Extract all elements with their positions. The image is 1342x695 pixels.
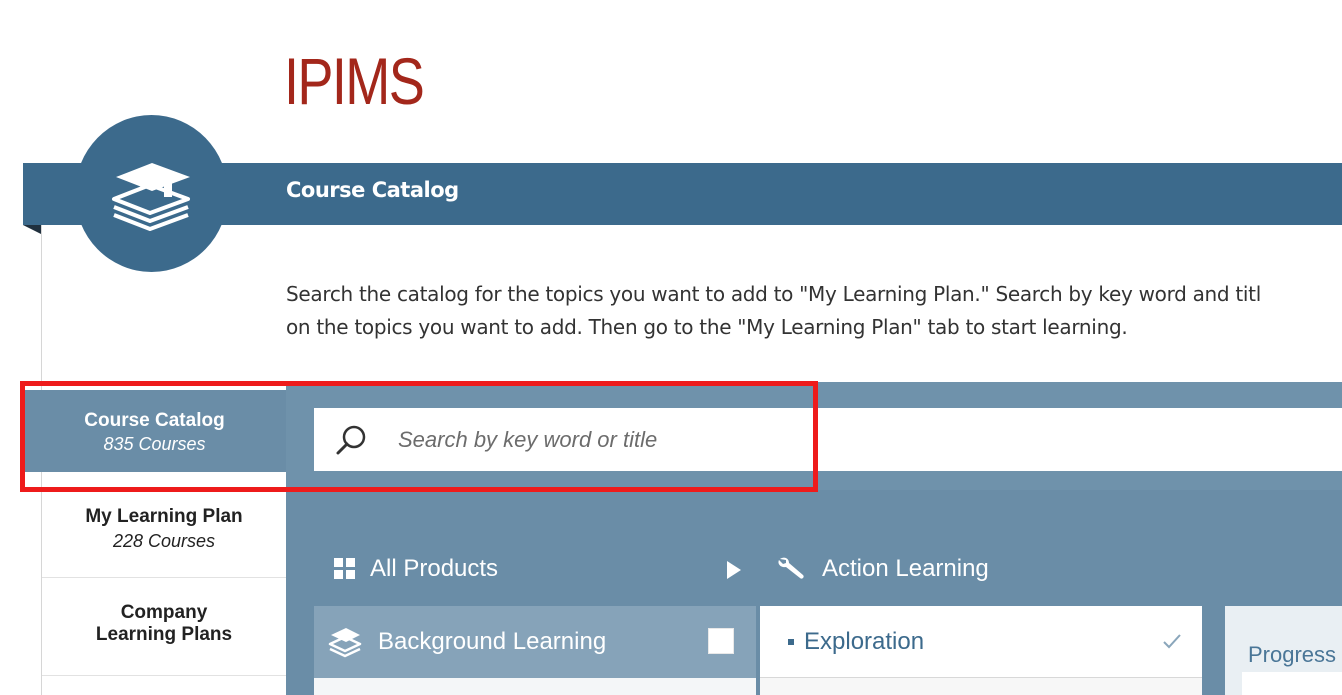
- search-bar[interactable]: [314, 408, 1342, 471]
- grid-icon: [334, 558, 355, 579]
- search-icon[interactable]: [334, 422, 370, 458]
- topics-column: Exploration: [760, 606, 1202, 695]
- wrench-icon: [778, 557, 804, 579]
- tab-label: Course Catalog: [84, 410, 225, 431]
- product-item-next: [314, 678, 756, 695]
- products-column: Background Learning: [314, 606, 756, 695]
- tab-count: 835 Courses: [103, 434, 206, 454]
- tab-label: My Learning Plan: [85, 506, 243, 527]
- tab-count: 228 Courses: [112, 531, 216, 551]
- intro-line-1: Search the catalog for the topics you wa…: [286, 282, 1261, 306]
- side-tabs: Course Catalog 835 Courses My Learning P…: [23, 382, 286, 695]
- tab-course-catalog[interactable]: Course Catalog 835 Courses: [23, 390, 286, 472]
- intro-text: Search the catalog for the topics you wa…: [286, 278, 1342, 344]
- tab-label-line-2: Learning Plans: [95, 624, 233, 645]
- progress-content: [1242, 672, 1342, 695]
- tab-my-learning-plan[interactable]: My Learning Plan 228 Courses: [42, 480, 286, 578]
- ipims-logo: IPIMS: [284, 44, 425, 118]
- action-learning-filter[interactable]: Action Learning: [776, 555, 989, 583]
- topic-item-exploration[interactable]: Exploration: [760, 606, 1202, 678]
- product-item-label: Background Learning: [378, 628, 607, 655]
- progress-column: Progress R: [1225, 606, 1342, 695]
- catalog-badge: [75, 115, 228, 272]
- play-arrow-icon[interactable]: [726, 560, 742, 580]
- topic-item-next: [760, 678, 1202, 695]
- select-checkbox[interactable]: [708, 628, 734, 654]
- progress-label: Progress R: [1248, 642, 1342, 667]
- stacked-books-icon: [112, 163, 190, 231]
- topic-item-label: Exploration: [804, 627, 925, 655]
- layers-icon: [328, 628, 362, 658]
- action-learning-label: Action Learning: [822, 555, 989, 582]
- search-input[interactable]: [398, 426, 1098, 453]
- all-products-filter[interactable]: All Products: [334, 555, 498, 583]
- page-title: Course Catalog: [286, 178, 459, 202]
- header-corner-fold: [23, 225, 41, 234]
- product-item-background-learning[interactable]: Background Learning: [314, 606, 756, 678]
- checkmark-icon: [1163, 634, 1181, 649]
- bullet: [788, 638, 794, 645]
- tab-label-line-1: Company: [120, 602, 208, 623]
- intro-line-2: on the topics you want to add. Then go t…: [286, 315, 1128, 339]
- filter-row: All Products Action Learning: [314, 550, 1342, 590]
- tab-company-learning-plans[interactable]: Company Learning Plans: [42, 578, 286, 676]
- all-products-label: All Products: [370, 555, 499, 582]
